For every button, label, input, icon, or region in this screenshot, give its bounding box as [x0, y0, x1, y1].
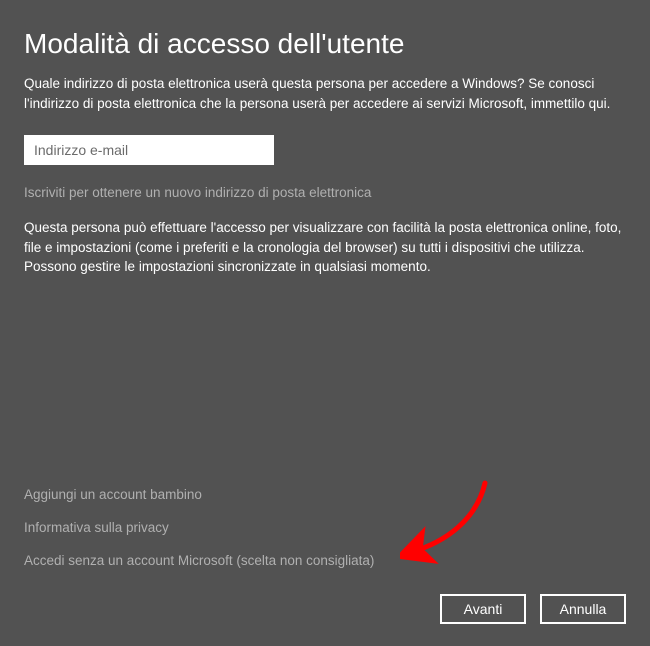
page-title: Modalità di accesso dell'utente	[24, 28, 626, 60]
no-ms-account-link[interactable]: Accedi senza un account Microsoft (scelt…	[24, 553, 626, 568]
next-button[interactable]: Avanti	[440, 594, 526, 624]
email-input[interactable]	[24, 135, 274, 165]
spacer	[24, 277, 626, 487]
cancel-button[interactable]: Annulla	[540, 594, 626, 624]
footer-buttons: Avanti Annulla	[24, 594, 626, 624]
description-text: Questa persona può effettuare l'accesso …	[24, 218, 626, 277]
privacy-link[interactable]: Informativa sulla privacy	[24, 520, 626, 535]
add-child-account-link[interactable]: Aggiungi un account bambino	[24, 487, 626, 502]
bottom-links: Aggiungi un account bambino Informativa …	[24, 487, 626, 586]
signup-new-email-link[interactable]: Iscriviti per ottenere un nuovo indirizz…	[24, 185, 626, 200]
intro-text: Quale indirizzo di posta elettronica use…	[24, 74, 624, 113]
user-access-panel: Modalità di accesso dell'utente Quale in…	[4, 4, 646, 642]
